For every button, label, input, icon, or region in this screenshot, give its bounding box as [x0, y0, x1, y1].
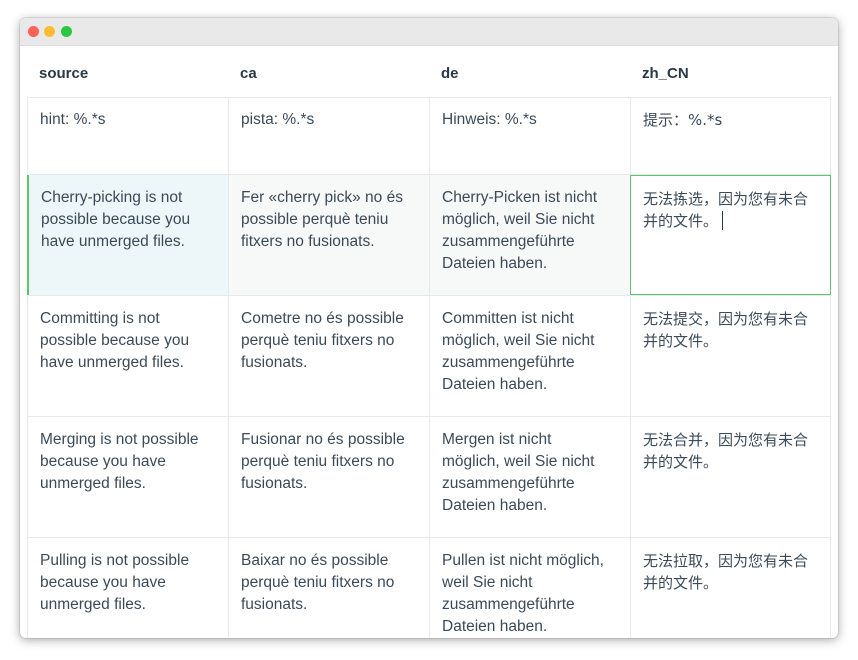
table-row[interactable]: Committing is not possible because you h…: [27, 296, 831, 417]
source-cell: hint: %.*s: [27, 97, 228, 174]
minimize-window-icon[interactable]: [44, 26, 55, 37]
column-header-de[interactable]: de: [429, 46, 630, 97]
table-header: source ca de zh_CN: [27, 46, 831, 98]
column-header-source[interactable]: source: [27, 46, 228, 97]
translation-cell-ca[interactable]: Cometre no és possible perquè teniu fitx…: [228, 296, 429, 416]
table-row[interactable]: hint: %.*s pista: %.*s Hinweis: %.*s 提示：…: [27, 97, 831, 175]
translation-cell-ca[interactable]: Fer «cherry pick» no és possible perquè …: [228, 175, 429, 295]
translation-cell-de[interactable]: Committen ist nicht möglich, weil Sie ni…: [429, 296, 630, 416]
column-header-ca[interactable]: ca: [228, 46, 429, 97]
source-cell: Committing is not possible because you h…: [27, 296, 228, 416]
source-cell: Pulling is not possible because you have…: [27, 538, 228, 638]
translation-cell-zh-cn[interactable]: 无法拉取，因为您有未合 并的文件。: [630, 538, 831, 638]
translation-cell-ca[interactable]: pista: %.*s: [228, 97, 429, 174]
translation-cell-ca[interactable]: Baixar no és possible perquè teniu fitxe…: [228, 538, 429, 638]
source-cell: Cherry-picking is not possible because y…: [27, 175, 228, 295]
translation-cell-ca[interactable]: Fusionar no és possible perquè teniu fit…: [228, 417, 429, 537]
translation-cell-de[interactable]: Pullen ist nicht möglich, weil Sie nicht…: [429, 538, 630, 638]
translation-cell-zh-cn[interactable]: 提示：%.*s: [630, 97, 831, 174]
translation-editor-zh-cn[interactable]: 无法拣选，因为您有未合 并的文件。: [630, 175, 831, 295]
translation-editor-text[interactable]: 无法拣选，因为您有未合 并的文件。: [643, 190, 808, 230]
text-caret: [722, 211, 724, 230]
translation-cell-de[interactable]: Cherry-Picken ist nicht möglich, weil Si…: [429, 175, 630, 295]
table-row[interactable]: Merging is not possible because you have…: [27, 417, 831, 538]
app-window: source ca de zh_CN hint: %.*s pista: %.*…: [20, 18, 838, 638]
translation-cell-de[interactable]: Mergen ist nicht möglich, weil Sie nicht…: [429, 417, 630, 537]
close-window-icon[interactable]: [28, 26, 39, 37]
window-titlebar: [20, 18, 838, 46]
table-row[interactable]: Pulling is not possible because you have…: [27, 538, 831, 638]
translation-cell-zh-cn[interactable]: 无法合并，因为您有未合 并的文件。: [630, 417, 831, 537]
table-row-active[interactable]: Cherry-picking is not possible because y…: [27, 175, 831, 296]
translation-cell-de[interactable]: Hinweis: %.*s: [429, 97, 630, 174]
maximize-window-icon[interactable]: [61, 26, 72, 37]
translation-cell-zh-cn[interactable]: 无法提交，因为您有未合 并的文件。: [630, 296, 831, 416]
column-header-zh-cn[interactable]: zh_CN: [630, 46, 831, 97]
source-cell: Merging is not possible because you have…: [27, 417, 228, 537]
